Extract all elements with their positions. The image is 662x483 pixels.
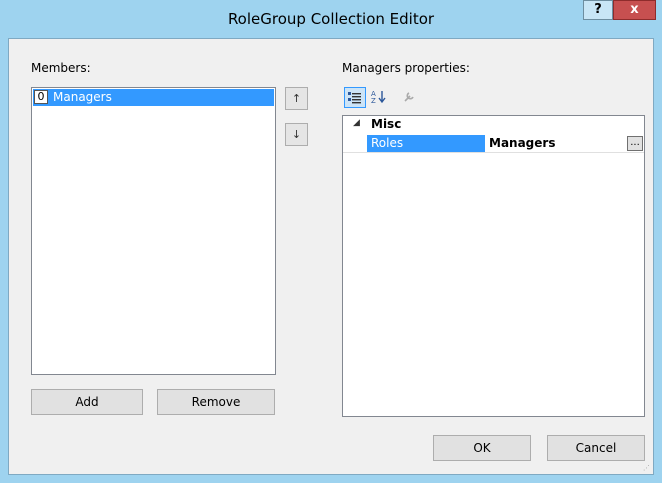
list-item[interactable]: 0 Managers: [33, 89, 274, 106]
category-label: Misc: [371, 117, 402, 131]
resize-grip-icon[interactable]: ⋰: [643, 464, 651, 472]
move-up-button[interactable]: ↑: [285, 87, 308, 110]
alphabetical-icon: A Z: [371, 90, 386, 105]
dialog-client-area: Members: 0 Managers ↑ ↓ Add Remove Manag…: [8, 38, 654, 475]
category-row-misc[interactable]: ◢ Misc: [343, 116, 644, 134]
ellipsis-button[interactable]: ...: [627, 136, 643, 151]
alphabetical-button[interactable]: A Z: [368, 87, 390, 108]
ok-button[interactable]: OK: [433, 435, 531, 461]
members-label: Members:: [31, 61, 91, 75]
members-listbox[interactable]: 0 Managers: [31, 87, 276, 375]
property-name[interactable]: Roles: [367, 135, 485, 152]
close-button[interactable]: x: [613, 0, 656, 20]
property-grid[interactable]: ◢ Misc Roles Managers ...: [342, 115, 645, 417]
expander-icon[interactable]: ◢: [353, 118, 360, 128]
dialog-window: RoleGroup Collection Editor ? x Members:…: [0, 0, 662, 483]
list-item-index: 0: [34, 90, 48, 104]
window-title: RoleGroup Collection Editor: [227, 10, 435, 28]
move-down-button[interactable]: ↓: [285, 123, 308, 146]
help-button[interactable]: ?: [583, 0, 613, 20]
add-button[interactable]: Add: [31, 389, 143, 415]
list-item-label: Managers: [53, 90, 112, 104]
title-bar[interactable]: RoleGroup Collection Editor ? x: [0, 0, 662, 38]
property-row-roles[interactable]: Roles Managers ...: [343, 135, 644, 153]
wrench-icon: [404, 92, 414, 102]
categorized-icon: [348, 92, 361, 104]
properties-label: Managers properties:: [342, 61, 470, 75]
cancel-button[interactable]: Cancel: [547, 435, 645, 461]
property-pages-button[interactable]: [398, 87, 420, 108]
svg-text:Z: Z: [371, 97, 376, 104]
arrow-down-icon: ↓: [291, 128, 302, 141]
categorized-button[interactable]: [344, 87, 366, 108]
arrow-up-icon: ↑: [291, 92, 302, 105]
remove-button[interactable]: Remove: [157, 389, 275, 415]
property-value[interactable]: Managers: [487, 135, 625, 152]
